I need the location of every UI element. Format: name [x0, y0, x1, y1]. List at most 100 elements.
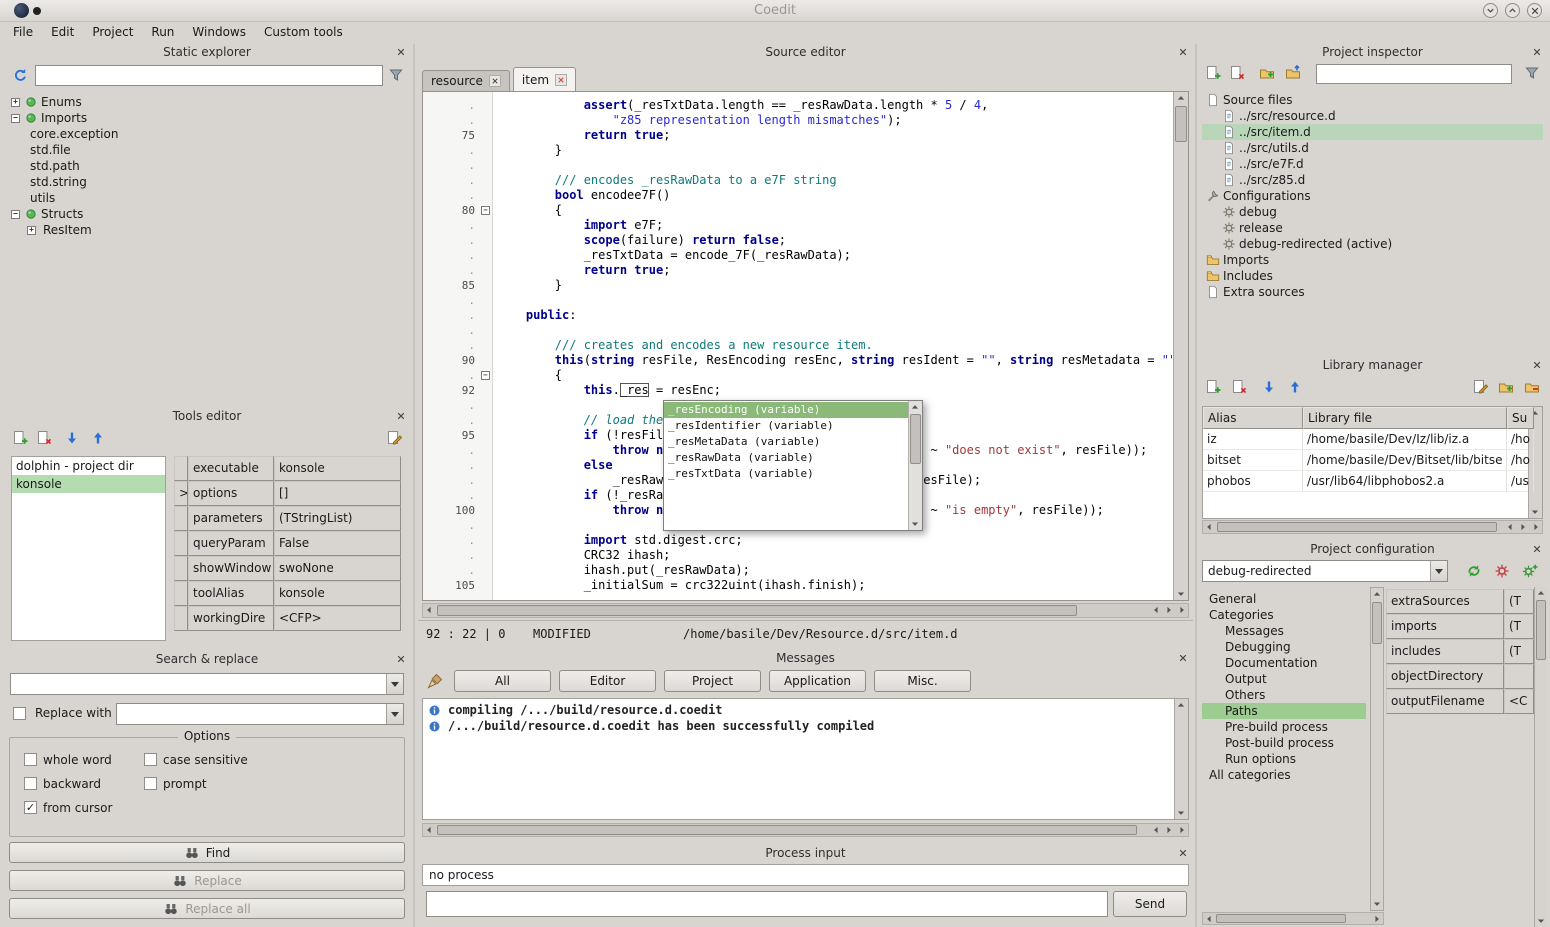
inspector-item-release[interactable]: release: [1202, 220, 1543, 236]
config-category-paths[interactable]: Paths: [1202, 703, 1366, 719]
property-value[interactable]: konsole: [274, 581, 401, 606]
library-column-alias[interactable]: Alias: [1203, 407, 1303, 429]
code-line[interactable]: _initialSum = crc322uint(ihash.finish);: [497, 578, 1173, 593]
scroll-left-icon[interactable]: [423, 604, 435, 616]
splitter-left[interactable]: [413, 44, 415, 927]
scroll-right-icon[interactable]: [1530, 521, 1542, 533]
filter-application[interactable]: Application: [769, 670, 866, 692]
maximize-button[interactable]: [1505, 3, 1520, 18]
close-panel-icon[interactable]: [395, 410, 407, 422]
replace-with-checkbox[interactable]: [13, 707, 26, 720]
inspector-item-src-resource-d[interactable]: ../src/resource.d: [1202, 108, 1543, 124]
scroll-up-icon[interactable]: [1175, 699, 1187, 711]
expander-icon[interactable]: +: [27, 226, 36, 235]
code-line[interactable]: this._res = resEnc;: [497, 383, 1173, 398]
messages-vertical-scrollbar[interactable]: [1174, 699, 1188, 819]
inspector-item-src-e7f-d[interactable]: ../src/e7F.d: [1202, 156, 1543, 172]
property-value[interactable]: (TStringList): [274, 506, 401, 531]
remove-tool-icon[interactable]: [33, 427, 55, 449]
scroll-down-icon[interactable]: [909, 518, 921, 530]
combo-dropdown-icon[interactable]: [386, 704, 403, 724]
scroll-left-icon[interactable]: [1203, 521, 1215, 533]
property-value[interactable]: konsole: [274, 456, 401, 481]
move-up-icon[interactable]: [1284, 376, 1306, 398]
scroll-right-icon[interactable]: [1176, 604, 1188, 616]
inspector-item-imports[interactable]: Imports: [1202, 252, 1543, 268]
close-panel-icon[interactable]: [1531, 359, 1543, 371]
close-panel-icon[interactable]: [1177, 46, 1189, 58]
scroll-left-icon[interactable]: [1150, 604, 1162, 616]
scroll-up-icon[interactable]: [1175, 92, 1187, 104]
completion-item-residentifier-variable[interactable]: _resIdentifier (variable): [664, 418, 908, 434]
option-from-cursor[interactable]: ✓from cursor: [24, 800, 144, 815]
messages-horizontal-scrollbar[interactable]: [422, 823, 1189, 837]
scroll-thumb[interactable]: [437, 605, 1077, 616]
config-category-general[interactable]: General: [1202, 591, 1366, 607]
edit-library-icon[interactable]: [1469, 376, 1491, 398]
move-up-icon[interactable]: [87, 427, 109, 449]
inspector-item-debug[interactable]: debug: [1202, 204, 1543, 220]
edit-tool-icon[interactable]: [383, 427, 405, 449]
checkbox-icon[interactable]: [144, 753, 157, 766]
checkbox-icon[interactable]: ✓: [24, 801, 37, 814]
tab-close-icon[interactable]: [555, 74, 567, 86]
add-configuration-icon[interactable]: [1519, 560, 1541, 582]
configuration-select[interactable]: debug-redirected: [1202, 560, 1448, 582]
config-category-debugging[interactable]: Debugging: [1202, 639, 1366, 655]
static-explorer-search-input[interactable]: [35, 65, 383, 86]
completion-item-restxtdata-variable[interactable]: _resTxtData (variable): [664, 466, 908, 482]
filter-icon[interactable]: [1521, 62, 1543, 84]
option-prompt[interactable]: prompt: [144, 776, 396, 791]
code-line[interactable]: [497, 323, 1173, 338]
scroll-up-icon[interactable]: [909, 401, 921, 413]
close-panel-icon[interactable]: [1531, 46, 1543, 58]
code-line[interactable]: assert(_resTxtData.length == _resRawData…: [497, 98, 1173, 113]
option-case-sensitive[interactable]: case sensitive: [144, 752, 396, 767]
inspector-item-extra-sources[interactable]: Extra sources: [1202, 284, 1543, 300]
refresh-icon[interactable]: [9, 64, 31, 86]
tab-resource[interactable]: resource: [422, 70, 510, 91]
inspector-item-source-files[interactable]: Source files: [1202, 92, 1543, 108]
library-column-library-file[interactable]: Library file: [1303, 407, 1507, 429]
filter-misc[interactable]: Misc.: [874, 670, 971, 692]
config-category-messages[interactable]: Messages: [1202, 623, 1366, 639]
inspector-item-includes[interactable]: Includes: [1202, 268, 1543, 284]
replace-all-button[interactable]: Replace all: [9, 898, 405, 919]
property-value[interactable]: <CFP>: [274, 606, 401, 631]
config-category-pre-build-process[interactable]: Pre-build process: [1202, 719, 1366, 735]
scroll-down-icon[interactable]: [1371, 898, 1383, 910]
code-line[interactable]: this(string resFile, ResEncoding resEnc,…: [497, 353, 1173, 368]
add-folder-icon[interactable]: [1256, 62, 1278, 84]
property-value[interactable]: swoNone: [274, 556, 401, 581]
checkbox-icon[interactable]: [24, 777, 37, 790]
code-line[interactable]: {: [497, 368, 1173, 383]
menu-custom-tools[interactable]: Custom tools: [255, 23, 352, 41]
library-row-bitset[interactable]: bitset/home/basile/Dev/Bitset/lib/bitse/…: [1203, 450, 1528, 471]
scroll-left-icon[interactable]: [423, 824, 435, 836]
code-line[interactable]: public:: [497, 308, 1173, 323]
close-panel-icon[interactable]: [1177, 847, 1189, 859]
message-row[interactable]: /.../build/resource.d.coedit has been su…: [423, 718, 1173, 734]
add-library-icon[interactable]: [1202, 376, 1224, 398]
scroll-thumb[interactable]: [437, 825, 1137, 835]
checkbox-icon[interactable]: [24, 753, 37, 766]
code-line[interactable]: import e7F;: [497, 218, 1173, 233]
option-backward[interactable]: backward: [24, 776, 144, 791]
sync-configuration-icon[interactable]: [1463, 560, 1485, 582]
expander-icon[interactable]: −: [11, 114, 20, 123]
scroll-thumb[interactable]: [910, 414, 921, 464]
scroll-down-icon[interactable]: [1175, 588, 1187, 600]
close-panel-icon[interactable]: [395, 46, 407, 58]
scroll-down-icon[interactable]: [1529, 506, 1541, 518]
scroll-thumb[interactable]: [1175, 106, 1187, 142]
scroll-thumb[interactable]: [1216, 914, 1346, 923]
static-explorer-item-std-string[interactable]: std.string: [7, 174, 407, 190]
code-line[interactable]: "z85 representation length mismatches");: [497, 113, 1173, 128]
close-panel-icon[interactable]: [1177, 652, 1189, 664]
scroll-thumb[interactable]: [1372, 602, 1382, 644]
close-button[interactable]: [1527, 3, 1542, 18]
scroll-left-icon[interactable]: [1504, 521, 1516, 533]
menu-file[interactable]: File: [4, 23, 42, 41]
configuration-vertical-scrollbar[interactable]: [1534, 587, 1547, 927]
static-explorer-item-structs[interactable]: −Structs: [7, 206, 407, 222]
